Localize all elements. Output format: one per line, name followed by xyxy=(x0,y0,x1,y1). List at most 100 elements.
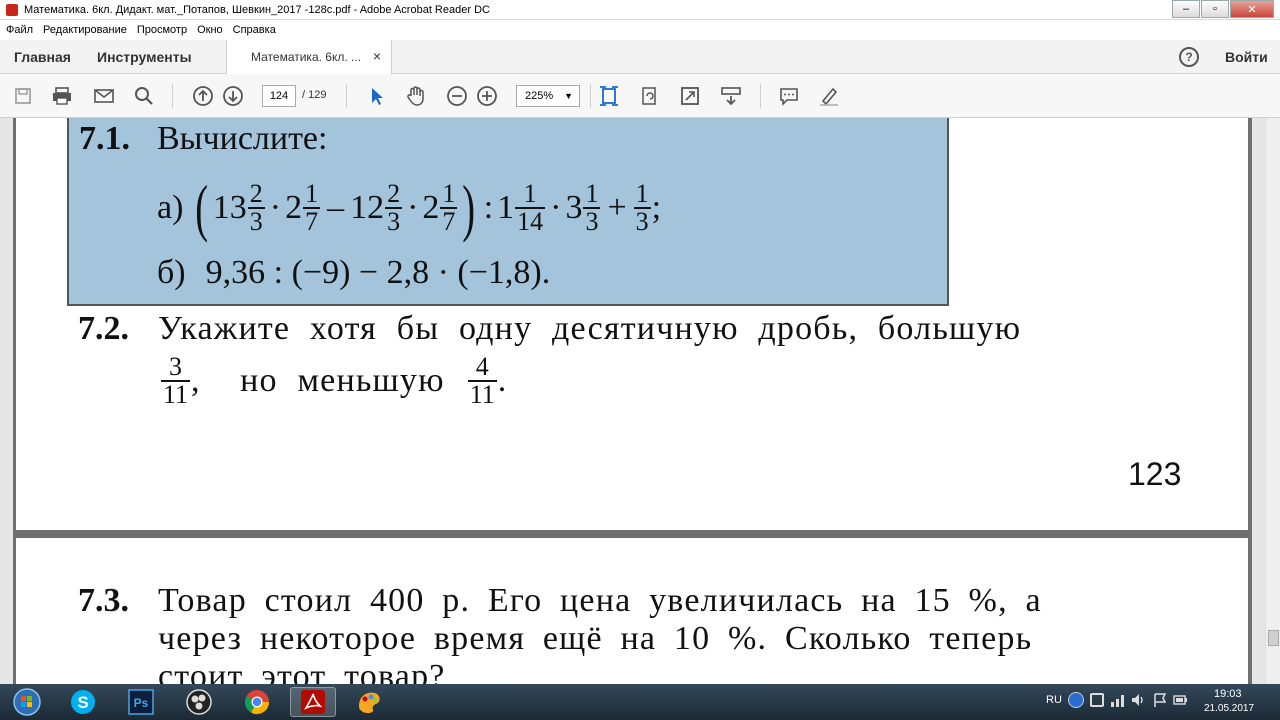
window-titlebar: Математика. 6кл. Дидакт. мат._Потапов, Ш… xyxy=(0,0,1280,20)
menu-file[interactable]: Файл xyxy=(6,24,33,36)
tab-home[interactable]: Главная xyxy=(14,49,71,65)
photoshop-icon[interactable]: Ps xyxy=(118,687,164,717)
toolbar-separator xyxy=(590,84,591,108)
window-title: Математика. 6кл. Дидакт. мат._Потапов, Ш… xyxy=(24,3,490,16)
multiply-sign: · xyxy=(407,189,419,226)
paren-left: ( xyxy=(195,172,209,243)
whole-number: 2 xyxy=(422,189,440,226)
task-7-3-line1: Товар стоил 400 р. Его цена увеличилась … xyxy=(158,582,1042,619)
label-a: а) xyxy=(157,189,184,226)
help-tray-icon[interactable] xyxy=(1068,692,1084,708)
fit-page-icon[interactable] xyxy=(598,85,620,107)
toolbar-separator xyxy=(346,84,347,108)
minus-sign: – xyxy=(327,189,345,226)
zoom-value: 225% xyxy=(525,90,554,102)
page-number: 123 xyxy=(1128,456,1182,492)
select-cursor-icon[interactable] xyxy=(366,85,388,107)
chevron-down-icon: ▼ xyxy=(564,91,573,101)
fraction: 3 11 xyxy=(161,352,191,409)
comment-icon[interactable] xyxy=(778,85,800,107)
period: . xyxy=(497,362,507,399)
menu-view[interactable]: Просмотр xyxy=(137,24,187,36)
acrobat-app-icon xyxy=(6,3,18,16)
read-mode-icon[interactable] xyxy=(720,85,742,107)
clock-date[interactable]: 21.05.2017 xyxy=(1204,703,1254,714)
network-icon[interactable] xyxy=(1110,693,1126,707)
page-number-input[interactable]: 124 xyxy=(262,85,296,107)
menu-window[interactable]: Окно xyxy=(197,24,223,36)
paint-icon[interactable] xyxy=(346,687,392,717)
tab-document[interactable]: Математика. 6кл. ... × xyxy=(226,40,392,74)
zoom-out-icon[interactable] xyxy=(446,85,468,107)
minimize-button[interactable]: – xyxy=(1172,0,1200,18)
semicolon: ; xyxy=(651,189,662,226)
pdf-page: 7.3. Товар стоил 400 р. Его цена увеличи… xyxy=(16,538,1248,684)
next-page-icon[interactable] xyxy=(222,85,244,107)
vertical-scrollbar[interactable] xyxy=(1265,118,1280,684)
label-b: б) xyxy=(157,254,186,291)
zoom-in-icon[interactable] xyxy=(476,85,498,107)
expression-b-text: 9,36 : (−9) − 2,8 · (−1,8). xyxy=(205,254,551,291)
fraction: 1 14 xyxy=(515,179,546,236)
toolbar: 124 / 129 225% ▼ xyxy=(0,74,1280,118)
zoom-select[interactable]: 225% ▼ xyxy=(516,85,580,107)
scrollbar-thumb[interactable] xyxy=(1268,630,1279,646)
whole-number: 1 xyxy=(497,189,515,226)
right-panel-handle[interactable] xyxy=(1252,118,1265,684)
close-button[interactable]: ✕ xyxy=(1230,0,1274,18)
fraction: 13 xyxy=(583,179,601,236)
tab-document-label: Математика. 6кл. ... xyxy=(251,50,362,64)
task-7-2-line1: Укажите хотя бы одну десятичную дробь, б… xyxy=(158,310,1022,347)
divide-sign: : xyxy=(483,189,494,226)
maximize-button[interactable]: ▫ xyxy=(1201,0,1229,18)
expression-a: а) ( 13 23 · 2 17 – 12 23 · 2 17 ) : 1 1… xyxy=(157,168,661,248)
left-panel-handle[interactable] xyxy=(0,118,13,684)
plus-sign: + xyxy=(607,189,627,226)
save-icon[interactable] xyxy=(12,85,34,107)
clock-time[interactable]: 19:03 xyxy=(1214,688,1242,700)
email-icon[interactable] xyxy=(93,85,115,107)
whole-number: 3 xyxy=(565,189,583,226)
window-controls: – ▫ ✕ xyxy=(1171,0,1274,18)
skype-icon[interactable]: S xyxy=(60,687,106,717)
battery-icon[interactable] xyxy=(1172,692,1188,708)
svg-text:Ps: Ps xyxy=(134,696,149,710)
menu-bar: Файл Редактирование Просмотр Окно Справк… xyxy=(0,20,1280,40)
task-title: Вычислите: xyxy=(157,120,328,157)
login-button[interactable]: Войти xyxy=(1225,49,1268,65)
close-tab-icon[interactable]: × xyxy=(373,48,381,64)
fraction: 17 xyxy=(303,179,321,236)
search-icon[interactable] xyxy=(133,85,155,107)
whole-number: 13 xyxy=(212,189,247,226)
print-icon[interactable] xyxy=(51,85,73,107)
obs-icon[interactable] xyxy=(176,687,222,717)
toolbar-separator xyxy=(760,84,761,108)
toolbar-separator xyxy=(172,84,173,108)
task-7-3-line2: через некоторое время ещё на 10 %. Сколь… xyxy=(158,620,1033,657)
fraction: 4 11 xyxy=(467,352,497,409)
document-viewer[interactable]: 7.1. Вычислите: а) ( 13 23 · 2 17 – 12 2… xyxy=(0,118,1280,684)
task-number: 7.3. xyxy=(78,582,129,619)
fraction: 13 xyxy=(633,179,651,236)
menu-help[interactable]: Справка xyxy=(233,24,276,36)
help-icon[interactable]: ? xyxy=(1179,47,1199,67)
task-7-1-box: 7.1. Вычислите: а) ( 13 23 · 2 17 – 12 2… xyxy=(67,118,949,306)
chrome-icon[interactable] xyxy=(234,687,280,717)
tab-tools[interactable]: Инструменты xyxy=(97,49,192,65)
language-indicator[interactable]: RU xyxy=(1046,694,1062,706)
menu-edit[interactable]: Редактирование xyxy=(43,24,127,36)
expression-b: б) 9,36 : (−9) − 2,8 · (−1,8). xyxy=(157,254,550,292)
notification-icon[interactable] xyxy=(1090,693,1104,707)
previous-page-icon[interactable] xyxy=(192,85,214,107)
volume-icon[interactable] xyxy=(1130,692,1146,708)
whole-number: 12 xyxy=(350,189,385,226)
acrobat-taskbar-icon[interactable] xyxy=(290,687,336,717)
highlight-pen-icon[interactable] xyxy=(818,85,840,107)
rotate-page-icon[interactable] xyxy=(639,85,661,107)
full-screen-icon[interactable] xyxy=(679,85,701,107)
flag-icon[interactable] xyxy=(1152,692,1168,708)
start-button[interactable] xyxy=(4,687,50,717)
page-total: / 129 xyxy=(302,89,327,101)
hand-tool-icon[interactable] xyxy=(405,85,427,107)
multiply-sign: · xyxy=(550,189,562,226)
